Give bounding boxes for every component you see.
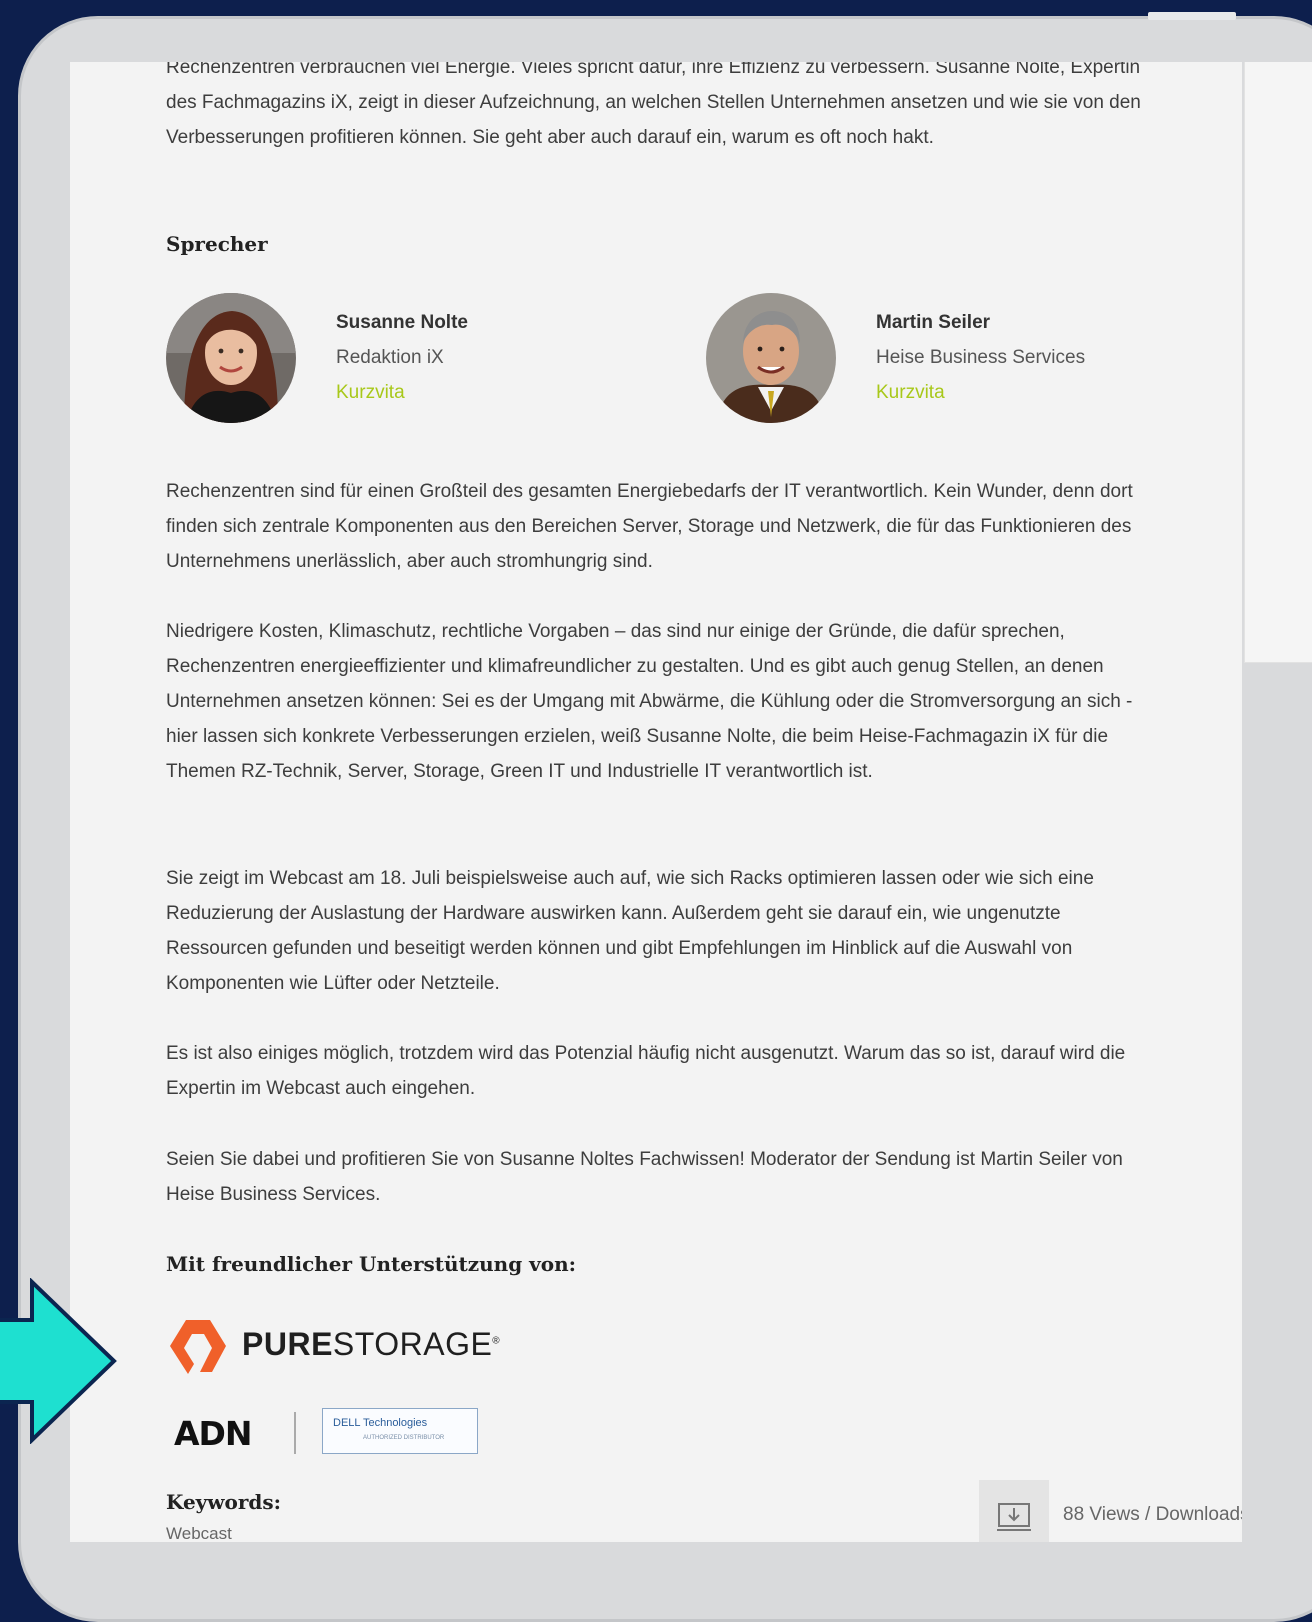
speaker-organization: Redaktion iX <box>336 347 444 368</box>
right-sidebar-panel <box>1244 62 1312 663</box>
keyword-link[interactable]: Webcast <box>166 1524 232 1542</box>
speaker-name: Martin Seiler <box>876 312 991 333</box>
arrow-right-icon <box>0 1278 117 1444</box>
views-downloads-count: 88 Views / Downloads <box>1063 1504 1242 1525</box>
speaker-bio-link[interactable]: Kurzvita <box>336 375 468 410</box>
webcast-page[interactable]: Rechenzentren verbrauchen viel Energie. … <box>70 62 1242 1542</box>
speaker-organization: Heise Business Services <box>876 347 1086 368</box>
logo-divider <box>294 1412 296 1454</box>
avatar <box>166 293 296 423</box>
speaker-bio-link[interactable]: Kurzvita <box>876 375 1085 410</box>
body-paragraph: Seien Sie dabei und profitieren Sie von … <box>166 1149 1123 1205</box>
avatar <box>706 293 836 423</box>
download-button[interactable] <box>979 1480 1049 1542</box>
body-paragraph: Rechenzentren sind für einen Großteil de… <box>166 481 1133 572</box>
adn-dell-logos[interactable]: ADN DELL Technologies AUTHORIZED DISTRIB… <box>174 1408 504 1458</box>
purestorage-mark-icon <box>170 1320 226 1374</box>
download-icon <box>997 1503 1031 1531</box>
speaker-card: Susanne Nolte Redaktion iX Kurzvita <box>166 293 626 425</box>
body-paragraph: Es ist also einiges möglich, trotzdem wi… <box>166 1043 1126 1099</box>
speaker-info: Susanne Nolte Redaktion iX Kurzvita <box>336 305 468 410</box>
keywords-heading: Keywords: <box>166 1490 282 1514</box>
speaker-info: Martin Seiler Heise Business Services Ku… <box>876 305 1085 410</box>
dell-technologies-logo: DELL Technologies AUTHORIZED DISTRIBUTOR <box>322 1408 478 1454</box>
purestorage-wordmark: PURESTORAGE® <box>242 1326 501 1362</box>
views-downloads: 88 Views / Downloads <box>979 1480 1242 1542</box>
speakers-heading: Sprecher <box>166 232 268 256</box>
body-paragraph: Niedrigere Kosten, Klimaschutz, rechtlic… <box>166 621 1133 782</box>
speaker-name: Susanne Nolte <box>336 312 468 333</box>
top-tab-indicator <box>1148 12 1236 20</box>
adn-logo: ADN <box>174 1414 253 1453</box>
body-paragraph: Sie zeigt im Webcast am 18. Juli beispie… <box>166 868 1094 994</box>
speaker-card: Martin Seiler Heise Business Services Ku… <box>706 293 1166 425</box>
purestorage-logo[interactable]: PURESTORAGE® <box>166 1314 526 1384</box>
intro-paragraph: Rechenzentren verbrauchen viel Energie. … <box>166 62 1141 148</box>
sponsors-heading: Mit freundlicher Unterstützung von: <box>166 1252 577 1276</box>
